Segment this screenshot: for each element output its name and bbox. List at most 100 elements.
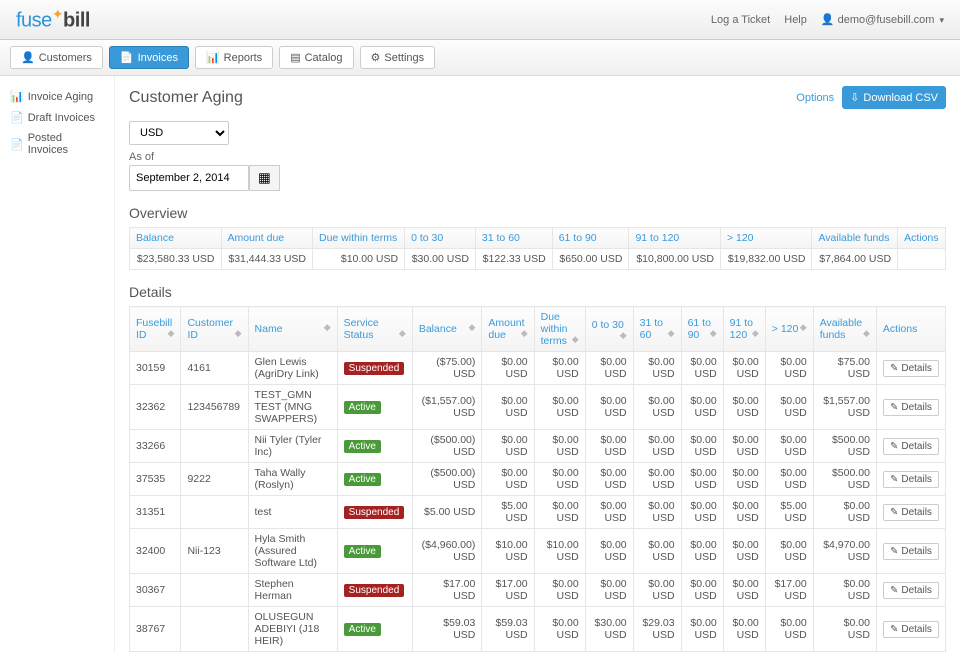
book-icon: ▤ — [290, 51, 300, 64]
nav-invoices[interactable]: 📄Invoices — [109, 46, 189, 69]
col-61-90[interactable]: 61 to 90 — [552, 228, 629, 249]
table-row: 301594161Glen Lewis (AgriDry Link)Suspen… — [130, 352, 946, 385]
status-badge: Suspended — [344, 584, 405, 597]
col-actions: Actions — [876, 307, 945, 352]
edit-icon: ✎ — [890, 507, 898, 518]
logo-text-prefix: fuse — [16, 10, 52, 32]
nav-catalog[interactable]: ▤Catalog — [279, 46, 353, 69]
user-menu[interactable]: 👤 demo@fusebill.com — [821, 13, 944, 26]
sidebar-draft-invoices[interactable]: 📄Draft Invoices — [8, 107, 106, 128]
sort-icon: ◆ — [710, 329, 717, 337]
sort-icon: ◆ — [324, 323, 331, 331]
sort-icon: ◆ — [572, 335, 579, 343]
status-badge: Active — [344, 440, 381, 453]
sort-icon: ◆ — [752, 329, 759, 337]
col-31-60[interactable]: 31 to 60 — [475, 228, 552, 249]
col-due_within[interactable]: Due within terms◆ — [534, 307, 585, 352]
col-status[interactable]: Service Status◆ — [337, 307, 412, 352]
caret-down-icon — [937, 14, 944, 26]
log-ticket-link[interactable]: Log a Ticket — [711, 14, 770, 26]
status-badge: Suspended — [344, 506, 405, 519]
content: Customer Aging Options ⇩Download CSV USD… — [115, 76, 960, 652]
details-button[interactable]: ✎ Details — [883, 621, 939, 638]
edit-icon: ✎ — [890, 474, 898, 485]
overview-heading: Overview — [129, 205, 946, 221]
gear-icon: ⚙ — [371, 51, 381, 64]
status-badge: Active — [344, 545, 381, 558]
overview-row: $23,580.33 USD $31,444.33 USD $10.00 USD… — [130, 249, 946, 270]
edit-icon: ✎ — [890, 363, 898, 374]
help-link[interactable]: Help — [784, 14, 807, 26]
col-amount_due[interactable]: Amount due◆ — [482, 307, 534, 352]
main-nav: 👤Customers 📄Invoices 📊Reports ▤Catalog ⚙… — [0, 40, 960, 76]
calendar-button[interactable]: ▦ — [249, 165, 280, 191]
details-button[interactable]: ✎ Details — [883, 543, 939, 560]
table-row: 38767OLUSEGUN ADEBIYI (J18 HEIR)Active$5… — [130, 607, 946, 652]
logo-text-suffix: bill — [63, 10, 90, 32]
sort-icon: ◆ — [668, 329, 675, 337]
edit-icon: ✎ — [890, 546, 898, 557]
edit-icon: ✎ — [890, 585, 898, 596]
user-email: demo@fusebill.com — [838, 14, 935, 26]
col-r61_90[interactable]: 61 to 90◆ — [681, 307, 723, 352]
table-row: 32400Nii-123Hyla Smith (Assured Software… — [130, 529, 946, 574]
col-name[interactable]: Name◆ — [248, 307, 337, 352]
col-r0_30[interactable]: 0 to 30◆ — [585, 307, 633, 352]
file-icon: 📄 — [10, 111, 24, 124]
download-csv-button[interactable]: ⇩Download CSV — [842, 86, 946, 109]
sidebar: 📊Invoice Aging 📄Draft Invoices 📄Posted I… — [0, 76, 115, 652]
topbar: fuse✦bill Log a Ticket Help 👤 demo@fuseb… — [0, 0, 960, 40]
sort-icon: ◆ — [399, 329, 406, 337]
currency-select[interactable]: USD — [129, 121, 229, 145]
asof-label: As of — [129, 151, 946, 163]
sort-icon: ◆ — [863, 329, 870, 337]
col-balance[interactable]: Balance◆ — [412, 307, 482, 352]
details-button[interactable]: ✎ Details — [883, 399, 939, 416]
col-avail[interactable]: Available funds — [812, 228, 898, 249]
table-row: 375359222Taha Wally (Roslyn)Active($500.… — [130, 463, 946, 496]
asof-input[interactable] — [129, 165, 249, 191]
details-button[interactable]: ✎ Details — [883, 582, 939, 599]
details-button[interactable]: ✎ Details — [883, 438, 939, 455]
nav-customers[interactable]: 👤Customers — [10, 46, 103, 69]
details-button[interactable]: ✎ Details — [883, 360, 939, 377]
col-amount-due[interactable]: Amount due — [221, 228, 313, 249]
chart-icon: 📊 — [206, 51, 220, 64]
col-due-within[interactable]: Due within terms — [313, 228, 405, 249]
chart-icon: 📊 — [10, 90, 24, 103]
table-row: 32362123456789TEST_GMN TEST (MNG SWAPPER… — [130, 385, 946, 430]
col-120p[interactable]: > 120 — [720, 228, 812, 249]
sort-icon: ◆ — [800, 323, 807, 331]
top-links: Log a Ticket Help 👤 demo@fusebill.com — [711, 13, 944, 26]
logo: fuse✦bill — [16, 6, 90, 33]
status-badge: Active — [344, 623, 381, 636]
details-button[interactable]: ✎ Details — [883, 471, 939, 488]
options-link[interactable]: Options — [796, 92, 834, 104]
nav-reports[interactable]: 📊Reports — [195, 46, 273, 69]
table-row: 31351testSuspended$5.00 USD$5.00 USD$0.0… — [130, 496, 946, 529]
details-button[interactable]: ✎ Details — [883, 504, 939, 521]
col-r120p[interactable]: > 120◆ — [765, 307, 813, 352]
col-r31_60[interactable]: 31 to 60◆ — [633, 307, 681, 352]
col-0-30[interactable]: 0 to 30 — [405, 228, 476, 249]
col-fusebill_id[interactable]: Fusebill ID◆ — [130, 307, 181, 352]
logo-dot-icon: ✦ — [52, 6, 63, 22]
file-icon: 📄 — [120, 51, 134, 64]
file-icon: 📄 — [10, 138, 24, 151]
col-r91_120[interactable]: 91 to 120◆ — [723, 307, 765, 352]
col-customer_id[interactable]: Customer ID◆ — [181, 307, 248, 352]
col-balance[interactable]: Balance — [130, 228, 222, 249]
col-avail[interactable]: Available funds◆ — [813, 307, 876, 352]
sort-icon: ◆ — [521, 329, 528, 337]
status-badge: Active — [344, 401, 381, 414]
status-badge: Suspended — [344, 362, 405, 375]
calendar-icon: ▦ — [258, 170, 271, 185]
user-icon: 👤 — [821, 14, 835, 26]
sort-icon: ◆ — [620, 331, 627, 339]
nav-settings[interactable]: ⚙Settings — [360, 46, 436, 69]
table-row: 33266Nii Tyler (Tyler Inc)Active($500.00… — [130, 430, 946, 463]
sidebar-posted-invoices[interactable]: 📄Posted Invoices — [8, 128, 106, 160]
sidebar-invoice-aging[interactable]: 📊Invoice Aging — [8, 86, 106, 107]
col-91-120[interactable]: 91 to 120 — [629, 228, 721, 249]
col-actions: Actions — [898, 228, 946, 249]
